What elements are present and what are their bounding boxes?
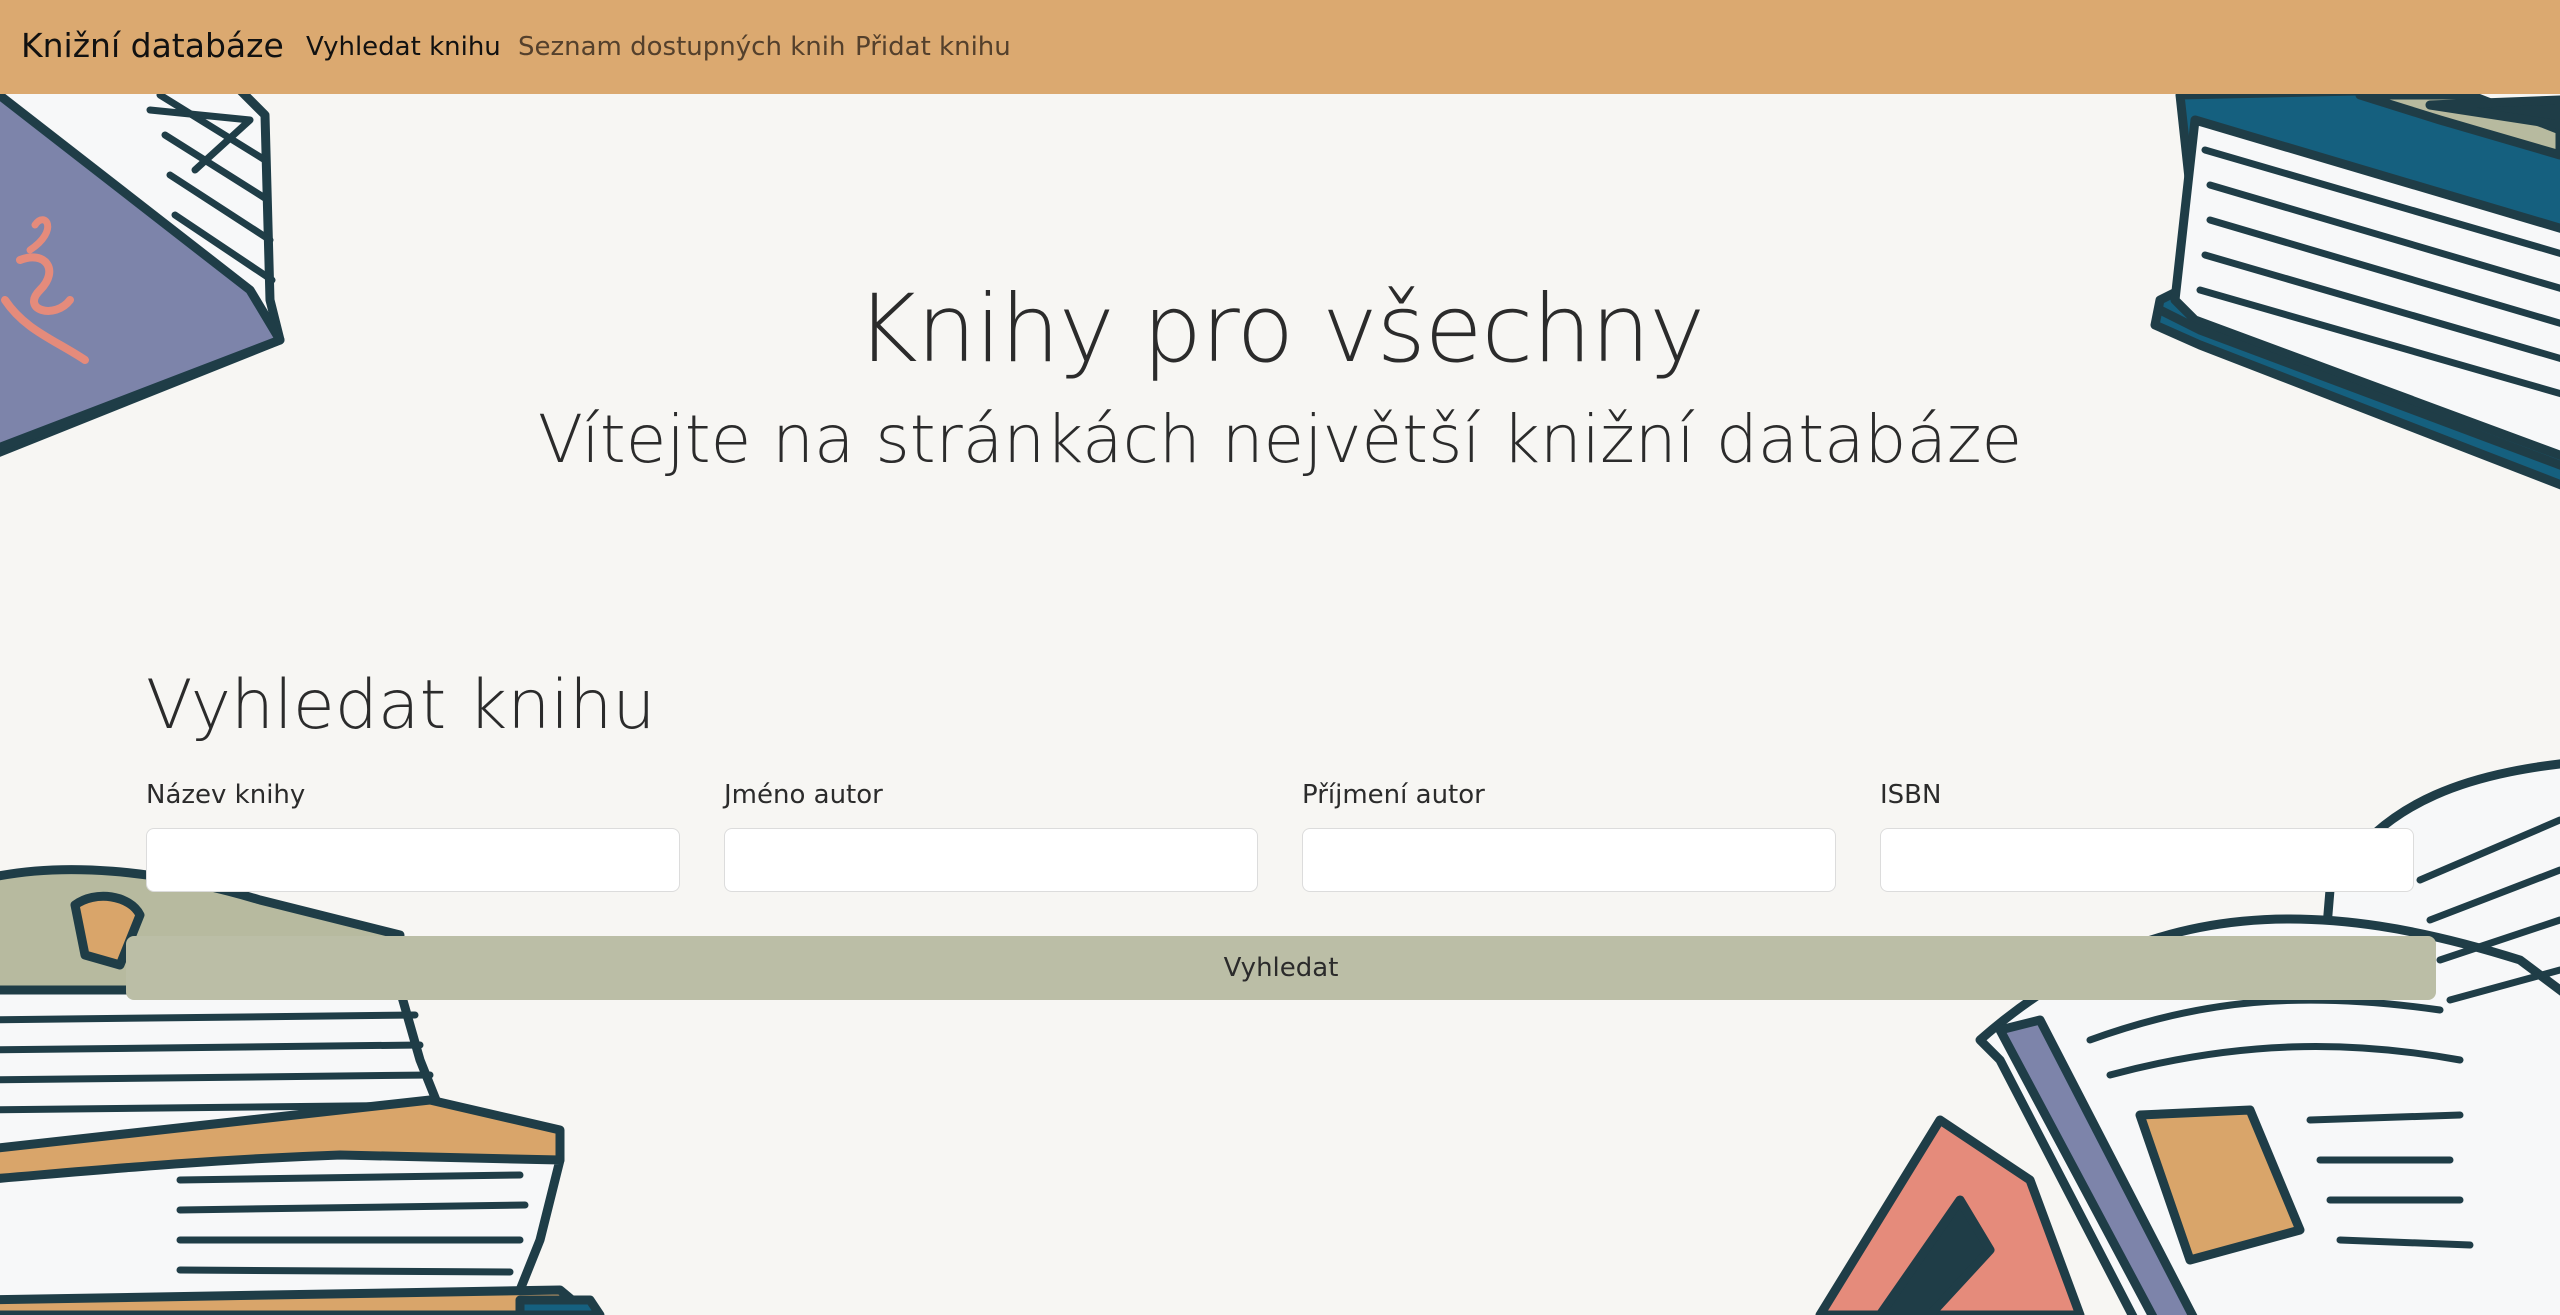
isbn-label: ISBN: [1880, 780, 1942, 810]
nav-link-add-book[interactable]: Přidat knihu: [855, 30, 1011, 64]
author-last-name-label: Příjmení autor: [1302, 780, 1485, 810]
hero-subtitle: Vítejte na stránkách největší knižní dat…: [537, 401, 2023, 478]
hero-title: Knihy pro všechny: [856, 275, 1705, 384]
brand-link[interactable]: Knižní databáze: [21, 26, 284, 66]
top-navbar: Knižní databáze Vyhledat knihu Seznam do…: [0, 0, 2560, 94]
book-title-label: Název knihy: [146, 780, 306, 810]
author-first-name-input[interactable]: [724, 828, 1258, 892]
book-illustrations-background: [0, 55, 2560, 1315]
search-button[interactable]: Vyhledat: [126, 936, 2436, 1000]
search-heading: Vyhledat knihu: [146, 666, 656, 745]
nav-link-available-books[interactable]: Seznam dostupných knih: [518, 30, 845, 64]
book-title-input[interactable]: [146, 828, 680, 892]
nav-link-search-book[interactable]: Vyhledat knihu: [306, 30, 501, 64]
isbn-input[interactable]: [1880, 828, 2414, 892]
author-last-name-input[interactable]: [1302, 828, 1836, 892]
page: Knižní databáze Vyhledat knihu Seznam do…: [0, 0, 2560, 1315]
author-first-name-label: Jméno autor: [724, 780, 883, 810]
